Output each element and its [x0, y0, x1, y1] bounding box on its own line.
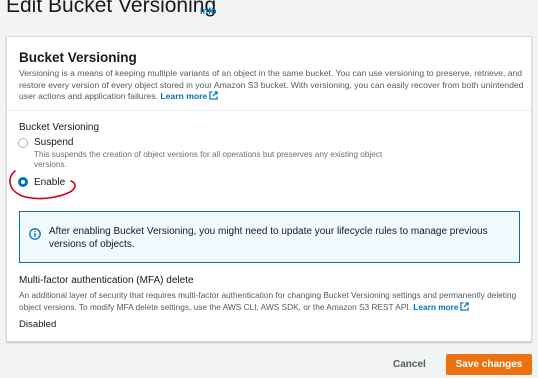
external-link-icon	[460, 301, 470, 311]
mfa-title: Multi-factor authentication (MFA) delete	[19, 275, 194, 286]
info-alert: After enabling Bucket Versioning, you mi…	[19, 211, 520, 263]
cancel-button[interactable]: Cancel	[393, 359, 426, 370]
enable-radio[interactable]	[18, 177, 28, 187]
bucket-versioning-panel: Bucket Versioning Versioning is a means …	[6, 36, 532, 342]
learn-more-link[interactable]: Learn more	[160, 91, 218, 101]
panel-description-text: Versioning is a means of keeping multipl…	[19, 68, 524, 101]
save-changes-button[interactable]: Save changes	[446, 354, 532, 375]
info-icon	[29, 228, 41, 240]
suspend-radio[interactable]	[18, 138, 28, 148]
panel-description: Versioning is a means of keeping multipl…	[19, 68, 524, 103]
versioning-field-label: Bucket Versioning	[19, 122, 100, 133]
suspend-description: This suspends the creation of object ver…	[34, 150, 383, 169]
alert-text: After enabling Bucket Versioning, you mi…	[49, 226, 488, 250]
page-title: Edit Bucket Versioning	[6, 0, 217, 17]
mfa-status-value: Disabled	[19, 319, 57, 330]
external-link-icon	[209, 91, 218, 100]
panel-divider	[7, 110, 531, 111]
mfa-description: An additional layer of security that req…	[19, 290, 524, 313]
suspend-label[interactable]: Suspend	[34, 137, 73, 148]
mfa-learn-more-link[interactable]: Learn more	[413, 301, 470, 312]
panel-title: Bucket Versioning	[19, 50, 137, 65]
enable-label[interactable]: Enable	[34, 177, 65, 188]
info-link[interactable]: Info	[200, 6, 217, 16]
